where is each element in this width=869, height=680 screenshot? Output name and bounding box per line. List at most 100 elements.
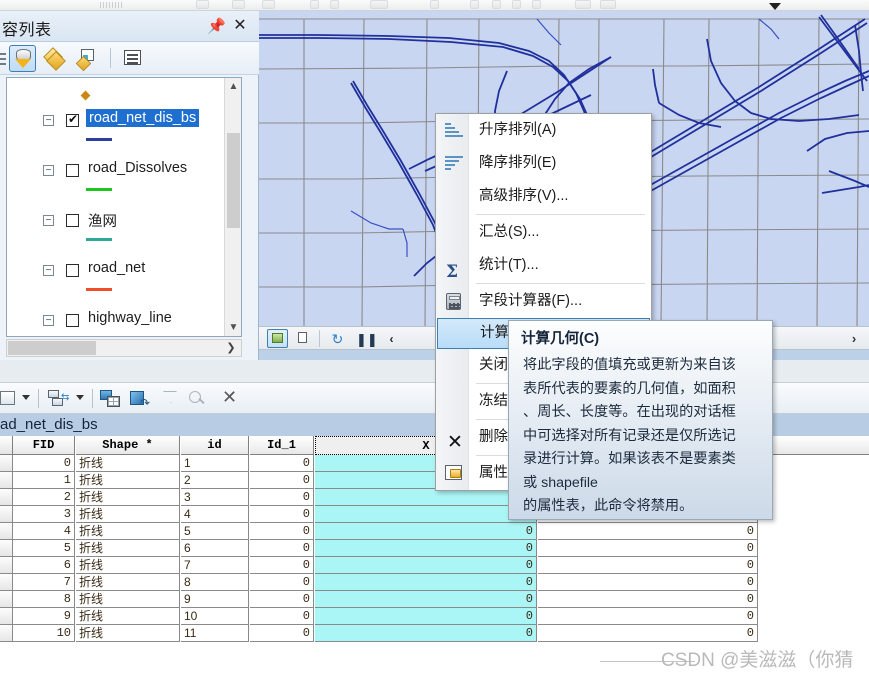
- toolbar-ghost-button[interactable]: [430, 0, 439, 9]
- cell-id_1[interactable]: 0: [250, 523, 314, 540]
- menu-item-statistics[interactable]: Σ 统计(T)...: [436, 249, 651, 282]
- cell-shape[interactable]: 折线: [76, 455, 180, 472]
- table-row[interactable]: 7 折线 8 0 0 0: [0, 574, 869, 591]
- expand-collapse-icon[interactable]: −: [43, 315, 54, 326]
- cell-id_1[interactable]: 0: [250, 557, 314, 574]
- list-by-visibility-button[interactable]: [75, 45, 102, 72]
- row-selector[interactable]: [0, 506, 13, 523]
- clear-selection-button[interactable]: ✕: [222, 387, 242, 410]
- toc-layer-tree[interactable]: − road_net_dis_bs − road_Dissolves − 渔网: [6, 77, 242, 337]
- toolbar-ghost-button[interactable]: [262, 0, 275, 9]
- select-all-button[interactable]: [100, 387, 124, 410]
- cell-shape[interactable]: 折线: [76, 523, 180, 540]
- cell-x[interactable]: 0: [315, 557, 537, 574]
- scrollbar-thumb[interactable]: [227, 133, 240, 228]
- expand-collapse-icon[interactable]: −: [43, 115, 54, 126]
- menu-item-sort-descending[interactable]: 降序排列(E): [436, 147, 651, 180]
- expand-collapse-icon[interactable]: −: [43, 215, 54, 226]
- menu-item-sort-ascending[interactable]: 升序排列(A): [436, 114, 651, 147]
- chevron-down-icon[interactable]: [76, 395, 84, 400]
- related-tables-button[interactable]: ⇆: [48, 387, 70, 410]
- cell-fid[interactable]: 2: [13, 489, 75, 506]
- cell-fid[interactable]: 7: [13, 574, 75, 591]
- cell-shape[interactable]: 折线: [76, 591, 180, 608]
- cell-x[interactable]: 0: [315, 625, 537, 642]
- table-row[interactable]: 5 折线 6 0 0 0: [0, 540, 869, 557]
- cell-id[interactable]: 6: [181, 540, 249, 557]
- cell-id_1[interactable]: 0: [250, 472, 314, 489]
- menu-item-field-calculator[interactable]: 字段计算器(F)...: [436, 285, 651, 318]
- cell-id_1[interactable]: 0: [250, 608, 314, 625]
- cell-id[interactable]: 5: [181, 523, 249, 540]
- row-selector[interactable]: [0, 523, 13, 540]
- cell-id[interactable]: 7: [181, 557, 249, 574]
- layer-visibility-checkbox[interactable]: [66, 214, 79, 227]
- previous-extent-button[interactable]: ‹: [381, 329, 402, 348]
- cell-id_1[interactable]: 0: [250, 591, 314, 608]
- cell-fid[interactable]: 9: [13, 608, 75, 625]
- toolbar-ghost-button[interactable]: [470, 0, 479, 9]
- toolbar-ghost-button[interactable]: [575, 0, 591, 9]
- table-row[interactable]: 6 折线 7 0 0 0: [0, 557, 869, 574]
- cell-fid[interactable]: 5: [13, 540, 75, 557]
- cell-fid[interactable]: 1: [13, 472, 75, 489]
- table-row[interactable]: 9 折线 10 0 0 0: [0, 608, 869, 625]
- expand-collapse-icon[interactable]: −: [43, 265, 54, 276]
- cell-fid[interactable]: 4: [13, 523, 75, 540]
- toc-vertical-scrollbar[interactable]: ▲ ▼: [224, 78, 241, 336]
- cell-id[interactable]: 8: [181, 574, 249, 591]
- cell-shape[interactable]: 折线: [76, 557, 180, 574]
- toolbar-ghost-button[interactable]: [330, 0, 339, 9]
- toc-layer-label[interactable]: highway_line: [88, 310, 172, 326]
- list-by-source-button[interactable]: [42, 45, 69, 72]
- cell-id[interactable]: 11: [181, 625, 249, 642]
- row-selector[interactable]: [0, 455, 13, 472]
- cell-shape[interactable]: 折线: [76, 489, 180, 506]
- cell-id_1[interactable]: 0: [250, 540, 314, 557]
- cell-x[interactable]: 0: [315, 506, 537, 523]
- layer-visibility-checkbox[interactable]: [66, 164, 79, 177]
- row-selector[interactable]: [0, 591, 13, 608]
- attribute-table-tab-label[interactable]: ad_net_dis_bs: [0, 416, 98, 433]
- layer-visibility-checkbox[interactable]: [66, 112, 79, 127]
- cell-id_1[interactable]: 0: [250, 625, 314, 642]
- expand-collapse-icon[interactable]: −: [43, 165, 54, 176]
- list-by-selection-button[interactable]: [119, 45, 146, 72]
- cell-shape[interactable]: 折线: [76, 506, 180, 523]
- toolbar-ghost-button[interactable]: [600, 0, 616, 9]
- cell-id[interactable]: 1: [181, 455, 249, 472]
- cell-id[interactable]: 4: [181, 506, 249, 523]
- row-selector[interactable]: [0, 608, 13, 625]
- cell-y[interactable]: 0: [538, 574, 758, 591]
- table-row[interactable]: 4 折线 5 0 0 0: [0, 523, 869, 540]
- chevron-up-icon[interactable]: ▲: [225, 78, 241, 95]
- toc-layer-label[interactable]: road_net: [88, 260, 145, 276]
- menu-item-advanced-sort[interactable]: 高级排序(V)...: [436, 180, 651, 213]
- row-selector[interactable]: [0, 540, 13, 557]
- column-header-shape[interactable]: Shape *: [76, 436, 180, 455]
- cell-shape[interactable]: 折线: [76, 540, 180, 557]
- layer-visibility-checkbox[interactable]: [66, 314, 79, 327]
- cell-fid[interactable]: 3: [13, 506, 75, 523]
- row-selector[interactable]: [0, 574, 13, 591]
- toolbar-ghost-button[interactable]: [232, 0, 245, 9]
- toolbar-ghost-button[interactable]: [310, 0, 319, 9]
- cell-id[interactable]: 3: [181, 489, 249, 506]
- cell-id[interactable]: 10: [181, 608, 249, 625]
- chevron-down-icon[interactable]: [769, 3, 781, 10]
- row-selector[interactable]: [0, 625, 13, 642]
- select-by-attributes-button[interactable]: [162, 387, 182, 410]
- layout-view-button[interactable]: [292, 329, 313, 348]
- cell-y[interactable]: 0: [538, 591, 758, 608]
- column-header-fid[interactable]: FID: [13, 436, 75, 455]
- cell-fid[interactable]: 8: [13, 591, 75, 608]
- cell-shape[interactable]: 折线: [76, 574, 180, 591]
- cell-fid[interactable]: 0: [13, 455, 75, 472]
- cell-y[interactable]: 0: [538, 540, 758, 557]
- layer-visibility-checkbox[interactable]: [66, 264, 79, 277]
- scrollbar-thumb[interactable]: [8, 341, 96, 355]
- chevron-right-icon[interactable]: ❯: [223, 340, 239, 356]
- chevron-right-icon[interactable]: ›: [845, 329, 863, 348]
- refresh-button[interactable]: ↻: [327, 329, 348, 348]
- row-selector[interactable]: [0, 472, 13, 489]
